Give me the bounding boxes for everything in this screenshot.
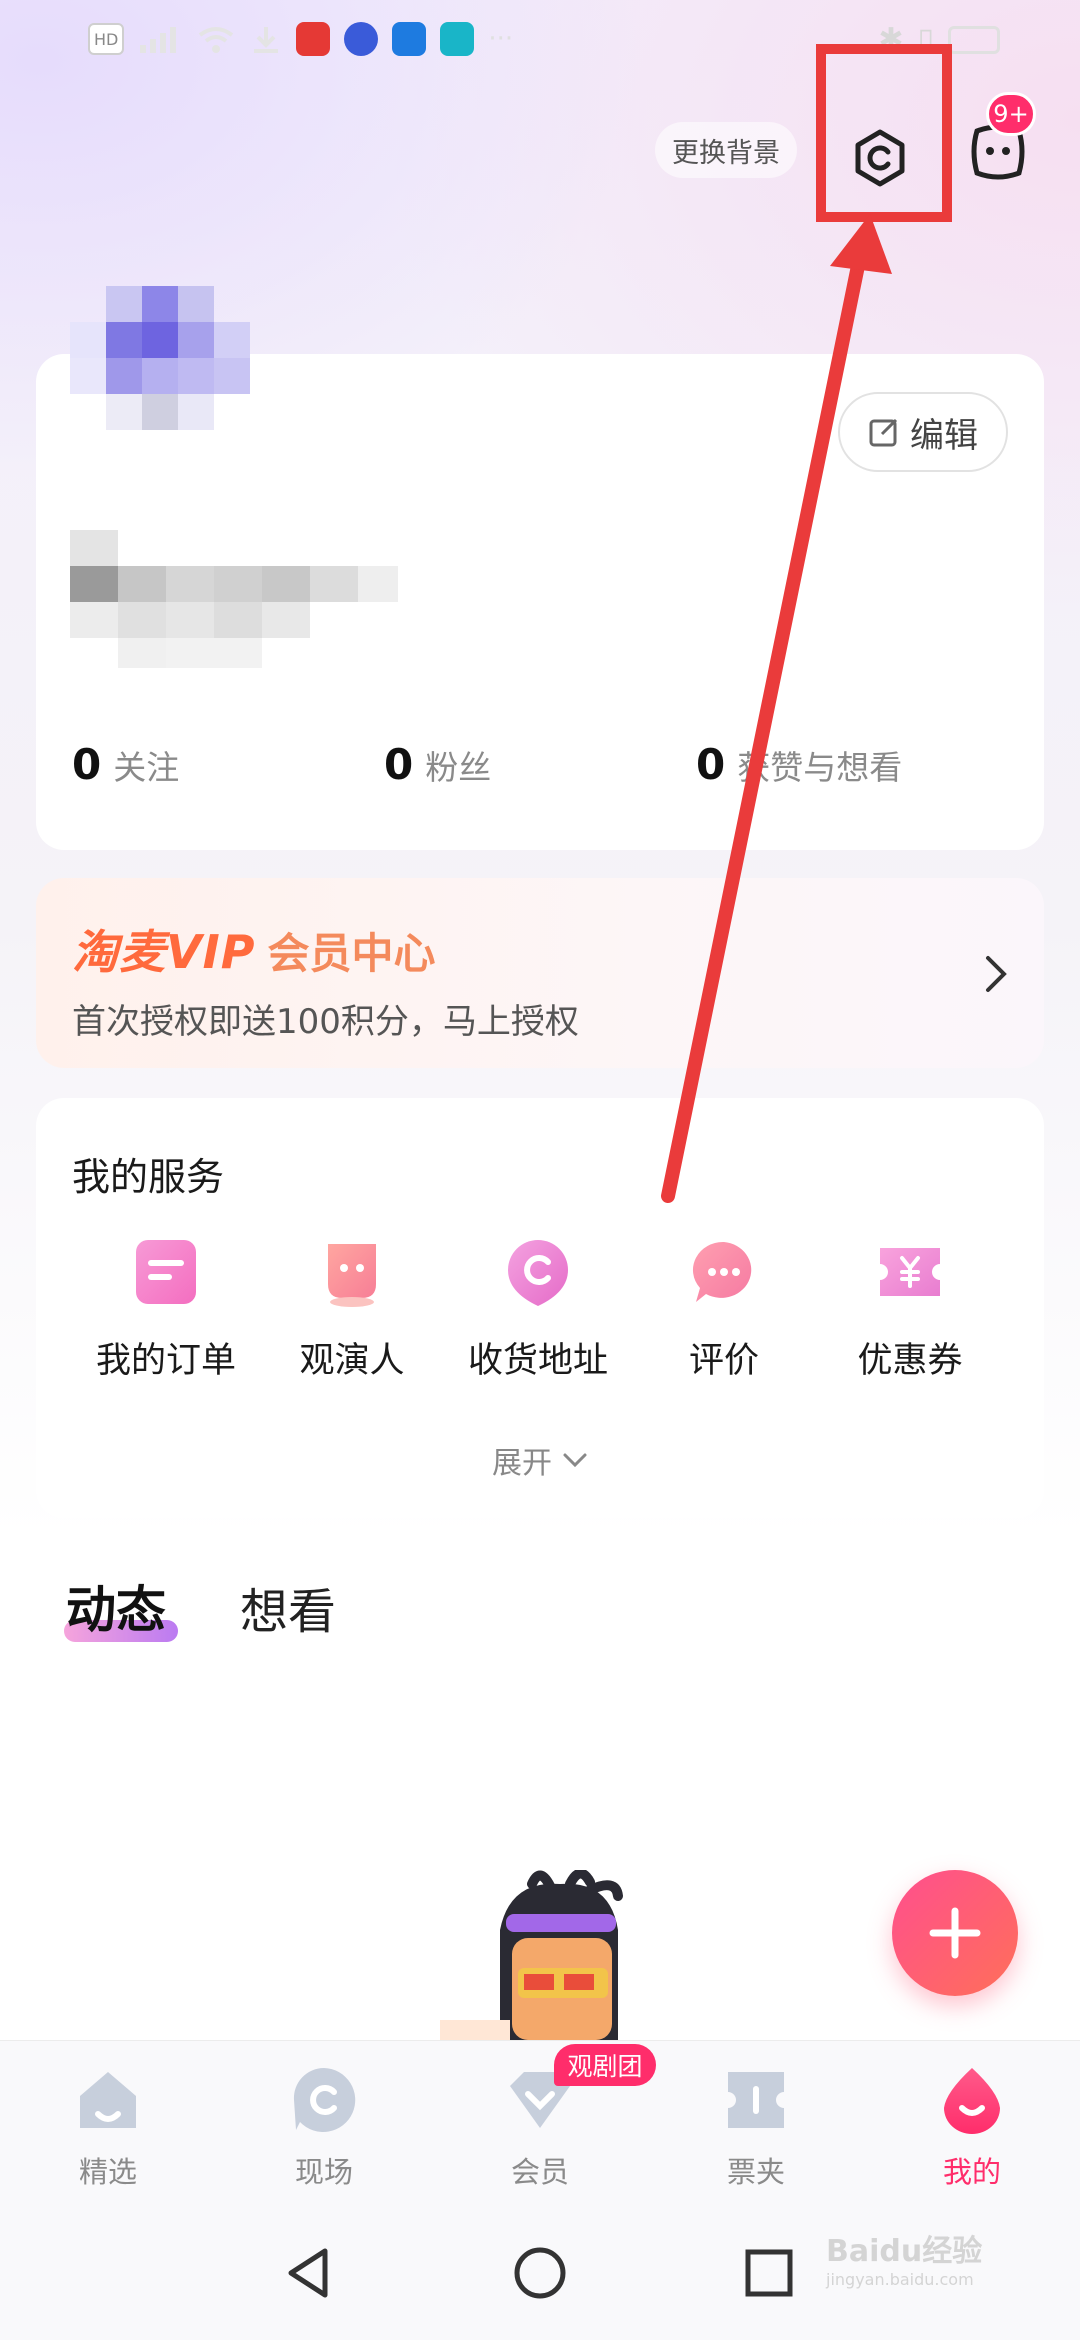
expand-label: 展开 [492, 1446, 552, 1481]
back-button[interactable] [274, 2238, 344, 2308]
add-post-button[interactable] [892, 1870, 1018, 1996]
change-background-button[interactable]: 更换背景 [655, 122, 797, 178]
expand-services-button[interactable]: 展开 [36, 1438, 1044, 1482]
hd-icon: HD [88, 23, 125, 55]
signal-icon [140, 27, 177, 53]
tab-activity[interactable]: 动态 [66, 1570, 166, 1642]
baidu-jingyan-watermark: Baidu经验 jingyan.baidu.com [826, 2226, 1026, 2316]
edit-label: 编辑 [910, 415, 978, 456]
likes-label: 获赞与想看 [737, 748, 903, 787]
avatar[interactable] [70, 286, 290, 506]
battery-icon [948, 25, 1000, 54]
home-button[interactable] [505, 2238, 575, 2308]
review-icon [682, 1230, 766, 1314]
chevron-down-icon [563, 1453, 587, 1468]
profile-icon [935, 2063, 1009, 2137]
live-icon [287, 2063, 361, 2137]
service-coupon[interactable]: 优惠券 [820, 1230, 1000, 1383]
username-blurred [70, 530, 400, 670]
vip-member-center-card[interactable]: 淘麦VIP 会员中心 首次授权即送100积分，马上授权 [36, 878, 1044, 1068]
vip-brand: 淘麦VIP [72, 925, 256, 979]
following-count: 0 [72, 740, 102, 789]
bottom-navigation: 精选 现场 会员 票夹 我的 [0, 2040, 1080, 2210]
coupon-icon [868, 1230, 952, 1314]
service-label: 观演人 [299, 1341, 405, 1381]
more-dots-icon: ··· [488, 24, 514, 54]
services-title: 我的服务 [72, 1155, 225, 1199]
service-label: 评价 [688, 1341, 759, 1381]
nav-mine[interactable]: 我的 [892, 2063, 1052, 2191]
theater-club-badge: 观剧团 [554, 2044, 656, 2086]
fans-label: 粉丝 [425, 748, 492, 787]
likes-stat[interactable]: 0 获赞与想看 [696, 740, 902, 789]
edit-icon [869, 418, 898, 447]
annotation-highlight-box [816, 44, 952, 222]
vip-center-label: 会员中心 [267, 929, 436, 978]
chevron-right-icon [986, 956, 1007, 992]
service-audience[interactable]: 观演人 [262, 1230, 442, 1383]
following-label: 关注 [113, 748, 180, 787]
audience-icon [310, 1230, 394, 1314]
service-review[interactable]: 评价 [634, 1230, 814, 1383]
bulb-icon [392, 22, 427, 56]
nav-label: 现场 [294, 2155, 353, 2189]
book-icon [440, 22, 475, 56]
service-address[interactable]: 收货地址 [448, 1230, 628, 1383]
watermark-brand: Baidu经验 [826, 2234, 983, 2269]
watermark-url: jingyan.baidu.com [826, 2270, 974, 2289]
nav-label: 我的 [942, 2155, 1001, 2189]
recents-square-icon [745, 2249, 793, 2297]
vip-title: 淘麦VIP 会员中心 [72, 916, 435, 982]
back-triangle-icon [288, 2248, 328, 2298]
service-my-orders[interactable]: 我的订单 [76, 1230, 256, 1383]
status-icons-left: HD ··· [88, 22, 513, 56]
plus-icon [929, 1907, 981, 1959]
ticket-icon [719, 2063, 793, 2137]
message-count-badge: 9+ [986, 92, 1036, 136]
music-icon [344, 22, 379, 56]
service-label: 优惠券 [857, 1341, 963, 1381]
service-label: 我的订单 [95, 1341, 236, 1381]
likes-count: 0 [696, 740, 726, 789]
tab-want-to-see[interactable]: 想看 [240, 1572, 336, 1642]
order-icon [124, 1230, 208, 1314]
nav-label: 精选 [78, 2155, 137, 2189]
fans-count: 0 [384, 740, 414, 789]
download-icon [254, 27, 279, 53]
home-icon [71, 2063, 145, 2137]
home-circle-icon [514, 2247, 566, 2299]
mascot-illustration [440, 1870, 623, 2040]
nav-live[interactable]: 现场 [244, 2063, 404, 2191]
recents-button[interactable] [734, 2238, 804, 2308]
service-label: 收货地址 [467, 1341, 608, 1381]
nav-label: 票夹 [726, 2155, 785, 2189]
wifi-icon [199, 27, 234, 53]
nav-label: 会员 [510, 2155, 569, 2189]
nav-featured[interactable]: 精选 [28, 2063, 188, 2191]
nav-ticket-wallet[interactable]: 票夹 [676, 2063, 836, 2191]
address-icon [496, 1230, 580, 1314]
fans-stat[interactable]: 0 粉丝 [384, 740, 491, 789]
vip-description: 首次授权即送100积分，马上授权 [72, 1002, 579, 1042]
profile-stats: 0 关注 0 粉丝 0 获赞与想看 [72, 740, 1012, 800]
edit-profile-button[interactable]: 编辑 [838, 392, 1008, 472]
following-stat[interactable]: 0 关注 [72, 740, 179, 789]
my-services-card: 我的服务 我的订单 观演人 收货地址 评价 优惠券 展开 [36, 1098, 1044, 1518]
app-notification-icon [296, 22, 331, 56]
